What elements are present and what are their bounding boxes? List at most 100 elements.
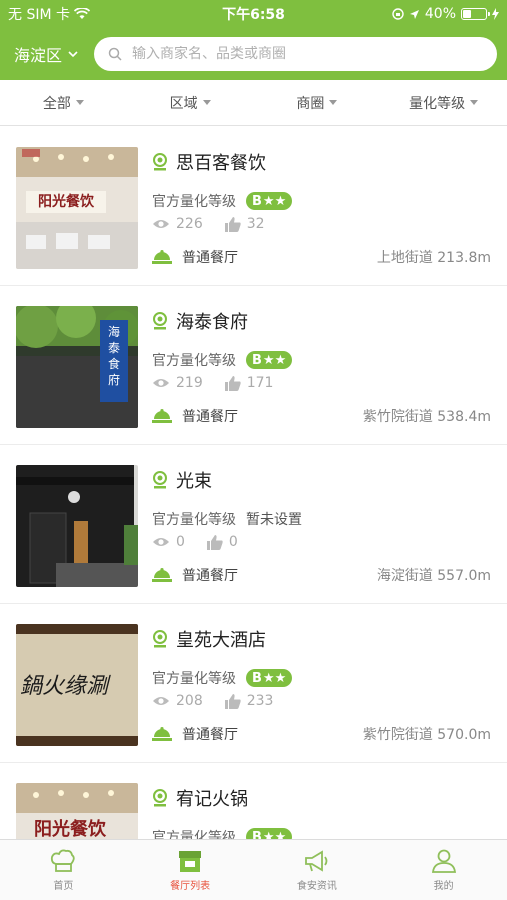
filter-business-district[interactable]: 商圈 [254,80,381,125]
cloche-icon [152,250,172,264]
restaurant-name: 宥记火锅 [176,789,248,810]
battery-icon [461,8,490,20]
district-selector[interactable]: 海淀区 [14,42,94,66]
grade-status: 暂未设置 [246,512,302,528]
grade-badge: B ★★ [246,828,293,840]
view-count: 208 [176,693,203,709]
grade-badge: B ★★ [246,669,293,687]
restaurant-row[interactable]: 阳光餐饮 思百客餐饮 官方量化等级 B ★★ 226 32 普通餐厅 上地街道 … [0,127,507,286]
view-count: 0 [176,534,185,550]
rotation-lock-icon [392,8,404,20]
restaurant-list: 阳光餐饮 思百客餐饮 官方量化等级 B ★★ 226 32 普通餐厅 上地街道 … [0,127,507,839]
grade-label: 官方量化等级 [152,512,236,528]
tab-label: 首页 [53,880,74,892]
restaurant-row[interactable]: 鍋火缘涮 皇苑大酒店 官方量化等级 B ★★ 208 233 普通餐厅 紫竹院街… [0,604,507,763]
wifi-icon [74,8,90,19]
eye-icon [153,697,169,705]
thumbs-up-icon [224,693,241,709]
certified-seal-icon [153,630,167,648]
caret-down-icon [470,100,479,105]
filter-region[interactable]: 区域 [127,80,254,125]
location-arrow-icon [409,9,419,19]
search-icon [108,47,122,61]
restaurant-name: 光束 [176,471,212,492]
star-icon: ★★ [262,829,287,840]
view-count: 219 [176,375,203,391]
filter-bar: 全部 区域 商圈 量化等级 [0,80,507,126]
caret-down-icon [329,100,338,105]
filter-all[interactable]: 全部 [0,80,127,125]
restaurant-photo: 阳光餐饮 [16,783,138,839]
restaurant-type: 普通餐厅 [182,727,238,743]
battery-percent: 40% [424,6,456,22]
tab-label: 食安资讯 [296,880,337,892]
grade-label: 官方量化等级 [152,194,236,210]
eye-icon [153,220,169,228]
tab-my-profile[interactable]: 我的 [380,840,507,900]
search-input[interactable] [132,46,483,62]
restaurant-distance: 紫竹院街道 570.0m [362,727,491,743]
like-count: 171 [246,375,274,391]
restaurant-type: 普通餐厅 [182,250,238,266]
certified-seal-icon [153,312,167,330]
caret-down-icon [75,100,84,105]
filter-grade[interactable]: 量化等级 [380,80,507,125]
star-icon: ★★ [262,670,287,686]
header-bar: 海淀区 [0,28,507,80]
search-box[interactable] [94,37,497,71]
charging-bolt-icon [492,8,499,20]
thumbs-up-icon [224,375,241,391]
restaurant-row[interactable]: 光束 官方量化等级 暂未设置 0 0 普通餐厅 海淀街道 557.0m [0,445,507,604]
restaurant-photo: 阳光餐饮 [16,147,138,269]
clock: 下午6:58 [222,7,285,23]
grade-label: 官方量化等级 [152,830,236,839]
grade-label: 官方量化等级 [152,671,236,687]
certified-seal-icon [153,471,167,489]
status-bar: 无 SIM 卡 下午6:58 40% [0,0,507,28]
certified-seal-icon [153,789,167,807]
photo-sign-text: 鍋火缘涮 [20,674,109,699]
star-icon: ★★ [262,352,287,368]
caret-down-icon [202,100,211,105]
chef-hat-icon [51,849,76,872]
restaurant-name: 思百客餐饮 [176,153,266,174]
restaurant-distance: 上地街道 213.8m [376,250,491,266]
chevron-down-icon [68,50,78,57]
restaurant-name: 海泰食府 [176,312,248,333]
tab-food-safety-news[interactable]: 食安资讯 [254,840,381,900]
district-label: 海淀区 [14,46,63,65]
cloche-icon [152,727,172,741]
grade-badge: B ★★ [246,351,293,369]
restaurant-name: 皇苑大酒店 [176,630,266,651]
restaurant-store-icon [179,850,202,872]
like-count: 0 [228,534,238,550]
cloche-icon [152,568,172,582]
tab-label: 我的 [433,880,454,892]
user-icon [431,849,456,873]
tab-label: 餐厅列表 [170,880,211,892]
grade-label: 官方量化等级 [152,353,236,369]
view-count: 226 [176,216,203,232]
tab-bar: 首页 餐厅列表 食安资讯 我的 [0,839,507,900]
carrier-label: 无 SIM 卡 [8,7,70,23]
certified-seal-icon [153,153,167,171]
restaurant-row[interactable]: 海泰食府 海泰食府 官方量化等级 B ★★ 219 171 普通餐厅 紫竹院街道… [0,286,507,445]
like-count: 32 [246,216,265,232]
photo-sign-text: 阳光餐饮 [34,819,106,839]
like-count: 233 [246,693,274,709]
thumbs-up-icon [206,534,223,550]
photo-sign-text: 阳光餐饮 [26,191,106,213]
eye-icon [153,538,169,546]
thumbs-up-icon [224,216,241,232]
cloche-icon [152,409,172,423]
restaurant-type: 普通餐厅 [182,409,238,425]
star-icon: ★★ [262,193,287,209]
restaurant-photo: 海泰食府 [16,306,138,428]
restaurant-distance: 紫竹院街道 538.4m [362,409,491,425]
tab-restaurant-list[interactable]: 餐厅列表 [127,840,254,900]
restaurant-photo [16,465,138,587]
restaurant-row[interactable]: 阳光餐饮 宥记火锅 官方量化等级 B ★★ [0,763,507,839]
restaurant-type: 普通餐厅 [182,568,238,584]
tab-home[interactable]: 首页 [0,840,127,900]
restaurant-distance: 海淀街道 557.0m [376,568,491,584]
